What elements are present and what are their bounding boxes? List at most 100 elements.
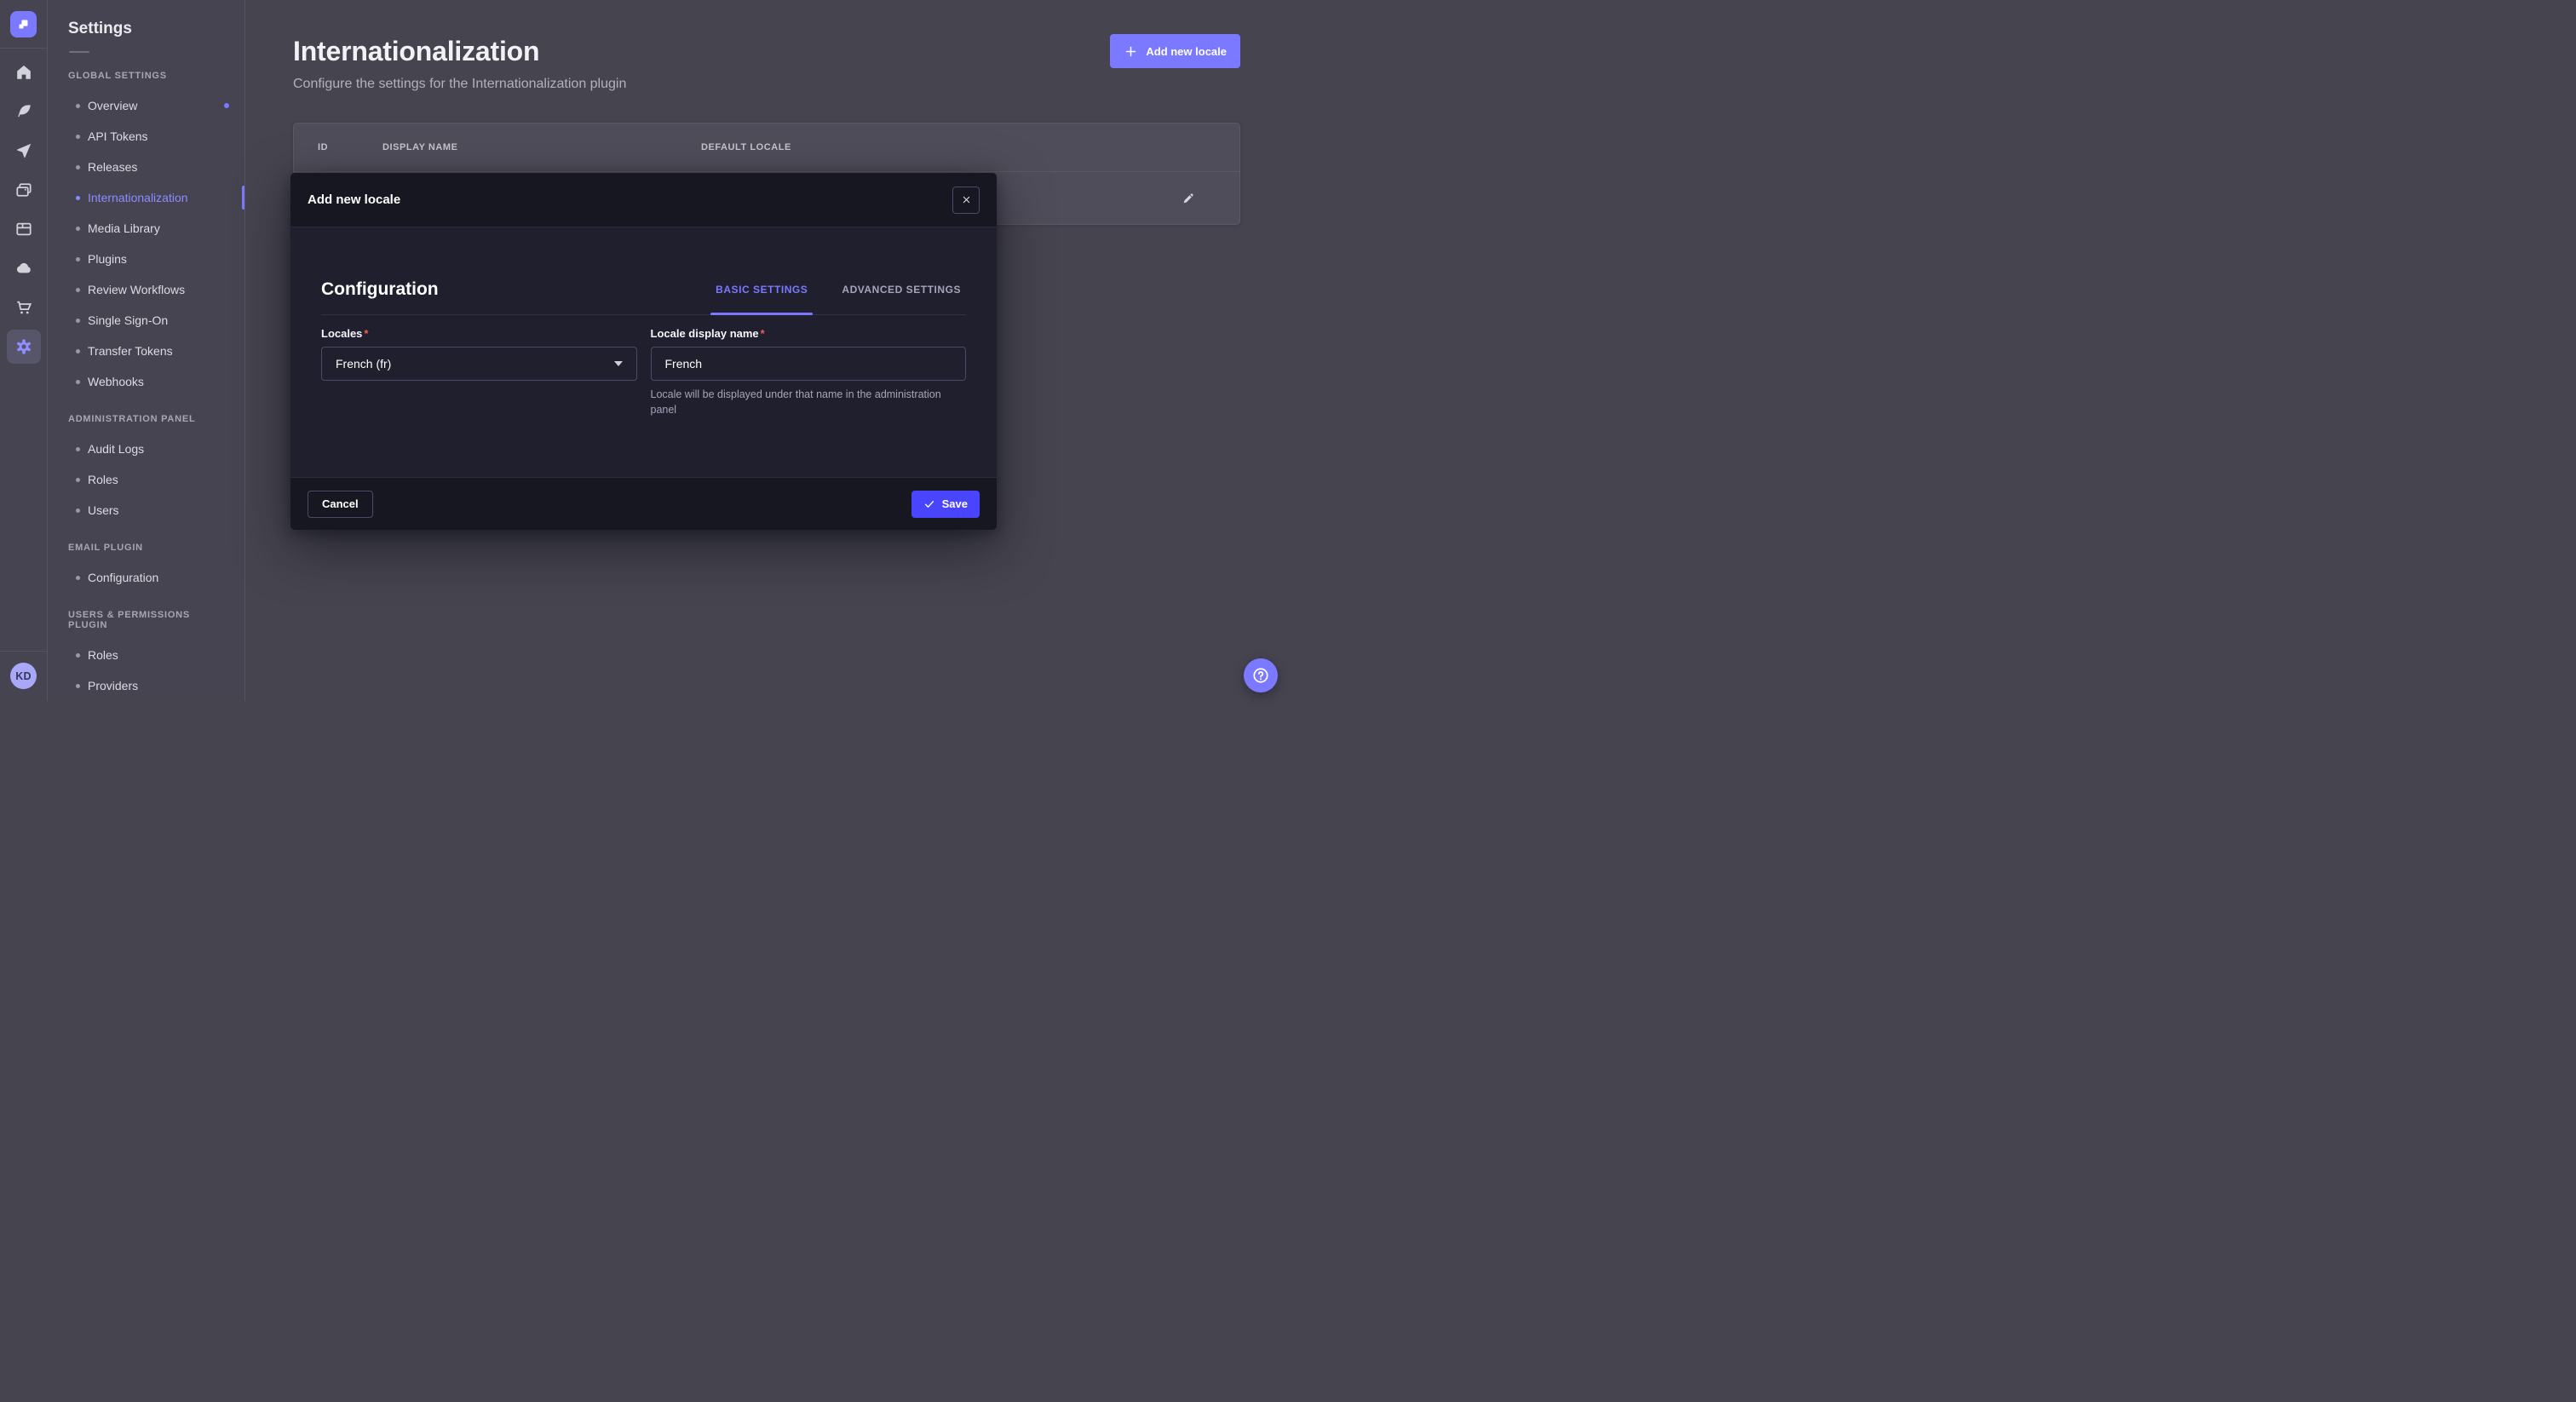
tab-basic-settings[interactable]: BASIC SETTINGS: [710, 284, 813, 314]
rail-footer: KD: [0, 651, 47, 701]
bullet-icon: [76, 288, 80, 292]
add-new-locale-button[interactable]: Add new locale: [1110, 34, 1240, 68]
sidebar-item-single-sign-on[interactable]: Single Sign-On: [48, 305, 244, 336]
sidebar-item-label: Providers: [88, 679, 138, 692]
sidebar-item-label: Overview: [88, 99, 137, 112]
sidebar-item-label: Audit Logs: [88, 442, 144, 456]
bullet-icon: [76, 257, 80, 261]
sidebar-item-review-workflows[interactable]: Review Workflows: [48, 274, 244, 305]
home-icon[interactable]: [7, 55, 41, 89]
display-name-input[interactable]: [651, 347, 967, 381]
nav-section-header-users-permissions-plugin: USERS & PERMISSIONS PLUGIN: [48, 599, 244, 640]
media-icon[interactable]: [7, 173, 41, 207]
sidebar-item-plugins[interactable]: Plugins: [48, 244, 244, 274]
configuration-header-row: Configuration BASIC SETTINGS ADVANCED SE…: [321, 279, 966, 315]
required-asterisk: *: [761, 327, 765, 340]
sidebar-item-label: Plugins: [88, 252, 127, 266]
required-asterisk: *: [364, 327, 368, 340]
cart-icon[interactable]: [7, 290, 41, 325]
sidebar-item-label: Roles: [88, 473, 118, 486]
sidebar-title: Settings: [68, 20, 244, 38]
bullet-icon: [76, 104, 80, 108]
strapi-logo-icon[interactable]: [10, 11, 37, 37]
locale-form-fields: Locales* French (fr) Locale display name…: [321, 327, 966, 417]
table-header-row: ID DISPLAY NAME DEFAULT LOCALE: [294, 124, 1239, 171]
nav-section-header-global-settings: GLOBAL SETTINGS: [48, 60, 244, 90]
check-icon: [923, 498, 935, 510]
bullet-icon: [76, 165, 80, 170]
plus-icon: [1124, 44, 1138, 59]
display-name-label: Locale display name*: [651, 327, 967, 340]
sidebar-item-transfer-tokens[interactable]: Transfer Tokens: [48, 336, 244, 366]
layout-icon[interactable]: [7, 212, 41, 246]
modal-body: Configuration BASIC SETTINGS ADVANCED SE…: [290, 227, 997, 477]
display-name-field: Locale display name* Locale will be disp…: [651, 327, 967, 417]
sidebar-item-users[interactable]: Users: [48, 495, 244, 526]
sidebar-item-label: Users: [88, 503, 119, 517]
sidebar-item-overview[interactable]: Overview: [48, 90, 244, 121]
sidebar-item-media-library[interactable]: Media Library: [48, 213, 244, 244]
close-icon: [962, 195, 971, 204]
configuration-title: Configuration: [321, 279, 439, 314]
sidebar-item-releases[interactable]: Releases: [48, 152, 244, 182]
app-root: KD Settings GLOBAL SETTINGS Overview API T…: [0, 0, 1288, 701]
cloud-icon[interactable]: [7, 251, 41, 285]
modal-close-button[interactable]: [952, 187, 980, 214]
locales-label-text: Locales: [321, 327, 362, 340]
column-header-display-name: DISPLAY NAME: [382, 142, 701, 152]
logo-area: [0, 0, 47, 49]
sidebar-item-roles[interactable]: Roles: [48, 640, 244, 670]
edit-locale-button[interactable]: [1175, 185, 1202, 212]
bullet-icon: [76, 349, 80, 353]
page-header: Internationalization Add new locale: [293, 0, 1240, 68]
question-mark-icon: [1251, 666, 1270, 685]
settings-tabs: BASIC SETTINGS ADVANCED SETTINGS: [710, 284, 966, 314]
chevron-down-icon: [614, 361, 623, 366]
settings-sidebar: Settings GLOBAL SETTINGS Overview API Toke…: [48, 0, 245, 701]
tab-advanced-settings[interactable]: ADVANCED SETTINGS: [837, 284, 966, 314]
sidebar-item-label: Review Workflows: [88, 283, 185, 296]
sidebar-item-internationalization[interactable]: Internationalization: [48, 182, 244, 213]
modal-title: Add new locale: [308, 192, 400, 207]
active-indicator: [242, 186, 244, 210]
sidebar-item-configuration[interactable]: Configuration: [48, 562, 244, 593]
sidebar-item-audit-logs[interactable]: Audit Logs: [48, 434, 244, 464]
sidebar-item-providers[interactable]: Providers: [48, 670, 244, 701]
column-header-default-locale: DEFAULT LOCALE: [701, 142, 1216, 152]
add-new-locale-label: Add new locale: [1146, 45, 1227, 58]
bullet-icon: [76, 135, 80, 139]
cancel-button[interactable]: Cancel: [308, 491, 373, 518]
add-locale-modal: Add new locale Configuration BASIC SETTI…: [290, 173, 997, 530]
sidebar-item-label: API Tokens: [88, 129, 148, 143]
modal-footer: Cancel Save: [290, 477, 997, 530]
bullet-icon: [76, 509, 80, 513]
bullet-icon: [76, 227, 80, 231]
locales-select-value: French (fr): [336, 357, 391, 371]
sidebar-item-api-tokens[interactable]: API Tokens: [48, 121, 244, 152]
sidebar-item-webhooks[interactable]: Webhooks: [48, 366, 244, 397]
locales-select[interactable]: French (fr): [321, 347, 637, 381]
pencil-icon: [1182, 191, 1196, 205]
settings-gear-icon[interactable]: [7, 330, 41, 364]
sidebar-item-label: Roles: [88, 648, 118, 662]
bullet-icon: [76, 684, 80, 688]
bullet-icon: [76, 196, 80, 200]
save-button[interactable]: Save: [911, 491, 980, 518]
paper-plane-icon[interactable]: [7, 134, 41, 168]
sidebar-item-roles[interactable]: Roles: [48, 464, 244, 495]
main-nav-rail: KD: [0, 0, 48, 701]
page-title: Internationalization: [293, 35, 539, 67]
user-avatar[interactable]: KD: [10, 663, 37, 689]
bullet-icon: [76, 576, 80, 580]
sidebar-title-underline: [69, 51, 89, 53]
locales-label: Locales*: [321, 327, 637, 340]
save-button-label: Save: [942, 497, 968, 510]
help-button[interactable]: [1244, 658, 1278, 692]
sidebar-nav: GLOBAL SETTINGS Overview API Tokens Release…: [48, 60, 244, 701]
display-name-hint: Locale will be displayed under that name…: [651, 387, 951, 417]
sidebar-item-label: Webhooks: [88, 375, 144, 388]
sidebar-item-label: Transfer Tokens: [88, 344, 173, 358]
display-name-label-text: Locale display name: [651, 327, 759, 340]
column-header-id: ID: [318, 142, 382, 152]
feather-icon[interactable]: [7, 95, 41, 129]
